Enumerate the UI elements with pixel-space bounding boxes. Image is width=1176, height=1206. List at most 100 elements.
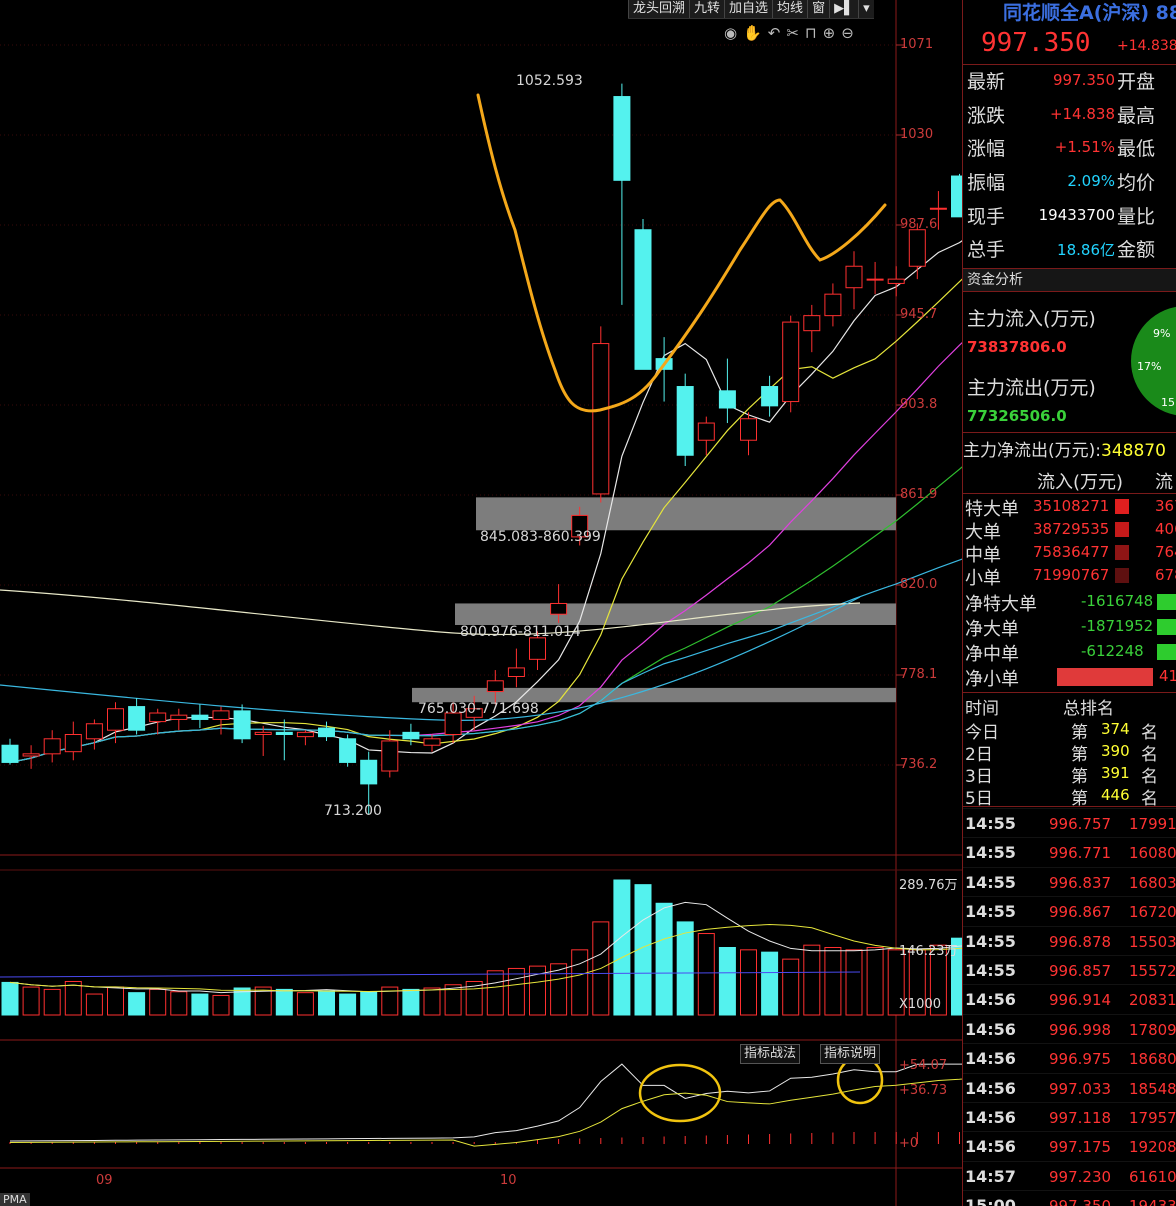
stat-value: 18.86亿	[1057, 241, 1115, 259]
tick-row: 14:55 996.837 168030	[963, 866, 1176, 897]
tick-time: 14:56	[965, 990, 1016, 1010]
chart-toolbar: 龙头回溯 九转 加自选 均线 窗 ▶▌ ▾	[628, 0, 874, 19]
eye-icon[interactable]: ◉	[724, 24, 737, 42]
stat-label: 量比	[1117, 206, 1156, 228]
tick-price: 996.757	[1049, 815, 1112, 833]
toolbar-nine-turn[interactable]: 九转	[689, 0, 724, 18]
scissors-icon[interactable]: ✂	[786, 24, 799, 42]
outflow-label: 主力流出(万元)	[967, 377, 1096, 399]
kline-chart[interactable]	[0, 0, 962, 1206]
net-order-bar	[1057, 668, 1153, 686]
date-label: 09	[96, 1173, 113, 1188]
price-tick: 861.9	[900, 487, 938, 502]
zoom-in-icon[interactable]: ⊕	[823, 24, 836, 42]
volume-bar	[1, 981, 19, 1016]
tick-time: 14:55	[965, 843, 1016, 863]
order-value: 75836477	[1033, 543, 1110, 561]
volume-bar	[845, 949, 863, 1016]
tick-price: 997.350	[1049, 1197, 1111, 1206]
candle-body	[866, 278, 884, 281]
stat-label: 最新	[967, 71, 1006, 93]
undo-icon[interactable]: ↶	[768, 24, 781, 42]
volume-bar	[64, 980, 82, 1016]
candle-body	[149, 712, 167, 723]
toolbar-window[interactable]: 窗	[807, 0, 829, 18]
candle-body	[43, 738, 61, 755]
candle-body	[360, 759, 378, 785]
net-order-bar	[1157, 594, 1176, 610]
volume-bar	[149, 988, 167, 1016]
indicator-lines	[9, 1063, 962, 1147]
tick-time: 14:56	[965, 1078, 1016, 1098]
stat-label: 最高	[1117, 105, 1156, 127]
tick-time: 14:55	[965, 872, 1016, 892]
volume-bar	[761, 951, 779, 1016]
candle-body	[1, 744, 19, 763]
candle-body	[761, 386, 779, 407]
candle-body	[212, 710, 230, 720]
volume-bar	[22, 986, 40, 1016]
candle-body	[233, 710, 251, 740]
stat-value: 19433700	[1038, 206, 1115, 224]
rank-value: 391	[1101, 764, 1130, 782]
lock-icon[interactable]: ⊓	[805, 24, 817, 42]
stat-row: 现手 19433700 量比	[963, 200, 1176, 233]
toolbar-leader-review[interactable]: 龙头回溯	[628, 0, 689, 18]
volume-bar	[718, 947, 736, 1016]
rank-value: 446	[1101, 786, 1130, 804]
stat-label: 最低	[1117, 138, 1156, 160]
fund-analysis-header[interactable]: 资金分析	[963, 268, 1176, 292]
volume-bar	[212, 994, 230, 1016]
rank-value: 390	[1101, 742, 1130, 760]
net-order-label: 净大单	[965, 619, 1019, 640]
order-outflow: 678	[1155, 566, 1176, 584]
tick-price: 996.867	[1049, 903, 1112, 922]
zoom-out-icon[interactable]: ⊖	[841, 24, 854, 42]
price-tick: 820.0	[900, 577, 938, 592]
ma60-line	[9, 558, 962, 764]
volume-bar	[676, 921, 694, 1016]
toolbar-add-watchlist[interactable]: 加自选	[724, 0, 772, 18]
pma-tab[interactable]: PMA	[0, 1193, 30, 1206]
stat-value: 2.09%	[1067, 172, 1115, 190]
indicator-line-slow	[9, 1078, 962, 1147]
volume-bar	[507, 967, 525, 1016]
zone3-label: 765.030-771.698	[418, 701, 539, 717]
tick-row: 14:55 996.857 155720	[963, 955, 1176, 985]
toolbar-ma[interactable]: 均线	[772, 0, 807, 18]
tick-row: 14:56 997.033 185480	[963, 1072, 1176, 1103]
toolbar-dropdown-icon[interactable]: ▾	[858, 0, 874, 18]
indicator-line-fast	[9, 1063, 962, 1142]
volume-bars	[0, 879, 962, 1016]
net-order-row: 净中单 -612248	[963, 640, 1176, 665]
candle-body	[22, 753, 40, 757]
candle-body	[318, 727, 335, 738]
candle-body	[296, 731, 314, 738]
toolbar-play-icon[interactable]: ▶▌	[829, 0, 858, 18]
order-value: 35108271	[1033, 497, 1110, 515]
candle-body	[170, 714, 188, 720]
tick-time: 14:55	[965, 902, 1016, 922]
candle-body	[887, 278, 905, 284]
candle-body	[107, 708, 124, 731]
tick-time: 14:56	[965, 1019, 1016, 1039]
indicator-tick: +54.07	[899, 1058, 948, 1073]
candle-body	[951, 175, 962, 218]
tick-price: 996.837	[1049, 873, 1112, 892]
volume-bar	[697, 933, 715, 1016]
tick-row: 14:56 997.118 179570	[963, 1102, 1176, 1132]
candle-body	[845, 265, 863, 289]
hand-icon[interactable]: ✋	[743, 24, 762, 42]
tick-price: 996.857	[1049, 962, 1112, 980]
net-outflow: 主力净流出(万元):348870	[963, 436, 1166, 461]
stat-value: 997.350	[1052, 71, 1115, 89]
indicator-help-button[interactable]: 指标说明	[820, 1044, 881, 1064]
candle-body	[718, 390, 736, 409]
indicator-strategy-button[interactable]: 指标战法	[740, 1044, 801, 1064]
stat-row: 最新 997.350 开盘	[963, 65, 1176, 98]
candle-body	[507, 667, 525, 678]
volume-bar	[339, 993, 357, 1016]
volume-bar	[318, 990, 335, 1016]
price-tick: 903.8	[900, 397, 938, 412]
tick-row: 14:55 996.867 167200	[963, 896, 1176, 926]
